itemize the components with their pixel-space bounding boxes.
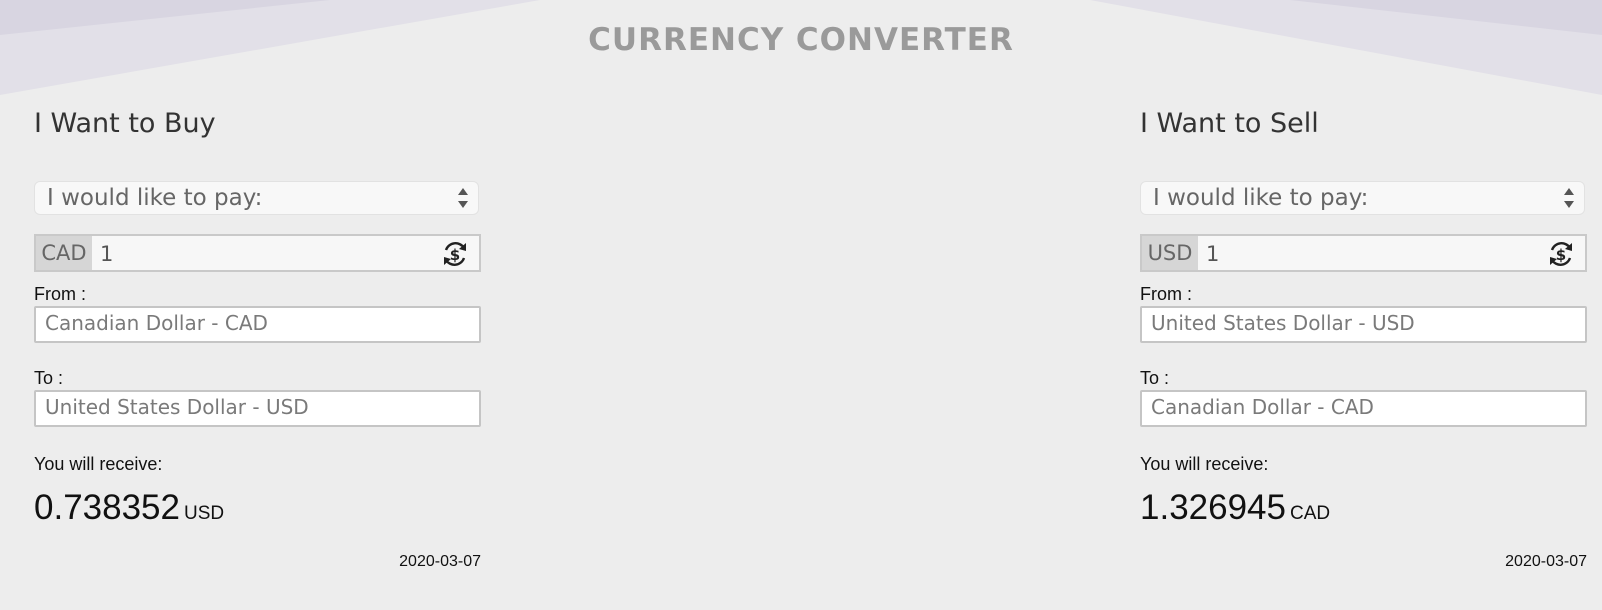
buy-heading: I Want to Buy bbox=[34, 108, 216, 139]
svg-text:$: $ bbox=[450, 246, 460, 264]
sell-result-value: 1.326945 bbox=[1140, 488, 1286, 527]
sell-amount-currency: USD bbox=[1142, 236, 1198, 270]
buy-pay-select-label: I would like to pay: bbox=[47, 185, 263, 211]
buy-amount-input[interactable]: 1 bbox=[100, 236, 113, 270]
buy-result-unit: USD bbox=[183, 503, 225, 524]
sell-result: 1.326945 CAD bbox=[1140, 488, 1330, 528]
sell-to-field[interactable]: Canadian Dollar - CAD bbox=[1140, 390, 1587, 427]
sell-amount-input[interactable]: 1 bbox=[1206, 236, 1219, 270]
buy-result-value: 0.738352 bbox=[34, 488, 180, 527]
sell-receive-label: You will receive: bbox=[1140, 454, 1269, 474]
buy-amount-group: CAD 1 $ bbox=[34, 234, 481, 272]
buy-from-field[interactable]: Canadian Dollar - CAD bbox=[34, 306, 481, 343]
buy-from-value: Canadian Dollar - CAD bbox=[45, 311, 268, 335]
sell-pay-select-label: I would like to pay: bbox=[1153, 185, 1369, 211]
sell-from-field[interactable]: United States Dollar - USD bbox=[1140, 306, 1587, 343]
sell-from-label: From : bbox=[1140, 284, 1192, 304]
currency-exchange-icon[interactable]: $ bbox=[1545, 238, 1577, 270]
up-down-arrows-icon bbox=[458, 188, 468, 208]
up-down-arrows-icon bbox=[1564, 188, 1574, 208]
buy-to-label: To : bbox=[34, 368, 64, 388]
buy-pay-select[interactable]: I would like to pay: bbox=[34, 181, 479, 215]
currency-exchange-icon[interactable]: $ bbox=[439, 238, 471, 270]
buy-to-field[interactable]: United States Dollar - USD bbox=[34, 390, 481, 427]
page-title: CURRENCY CONVERTER bbox=[588, 22, 1014, 58]
buy-rate-date: 2020-03-07 bbox=[399, 553, 481, 570]
buy-amount-currency: CAD bbox=[36, 236, 92, 270]
sell-result-unit: CAD bbox=[1289, 503, 1331, 524]
buy-receive-label: You will receive: bbox=[34, 454, 163, 474]
sell-to-label: To : bbox=[1140, 368, 1170, 388]
buy-to-value: United States Dollar - USD bbox=[45, 395, 309, 419]
sell-rate-date: 2020-03-07 bbox=[1505, 553, 1587, 570]
sell-from-value: United States Dollar - USD bbox=[1151, 311, 1415, 335]
buy-from-label: From : bbox=[34, 284, 86, 304]
buy-result: 0.738352 USD bbox=[34, 488, 224, 528]
sell-pay-select[interactable]: I would like to pay: bbox=[1140, 181, 1585, 215]
sell-amount-group: USD 1 $ bbox=[1140, 234, 1587, 272]
svg-text:$: $ bbox=[1556, 246, 1566, 264]
sell-heading: I Want to Sell bbox=[1140, 108, 1319, 139]
sell-to-value: Canadian Dollar - CAD bbox=[1151, 395, 1374, 419]
